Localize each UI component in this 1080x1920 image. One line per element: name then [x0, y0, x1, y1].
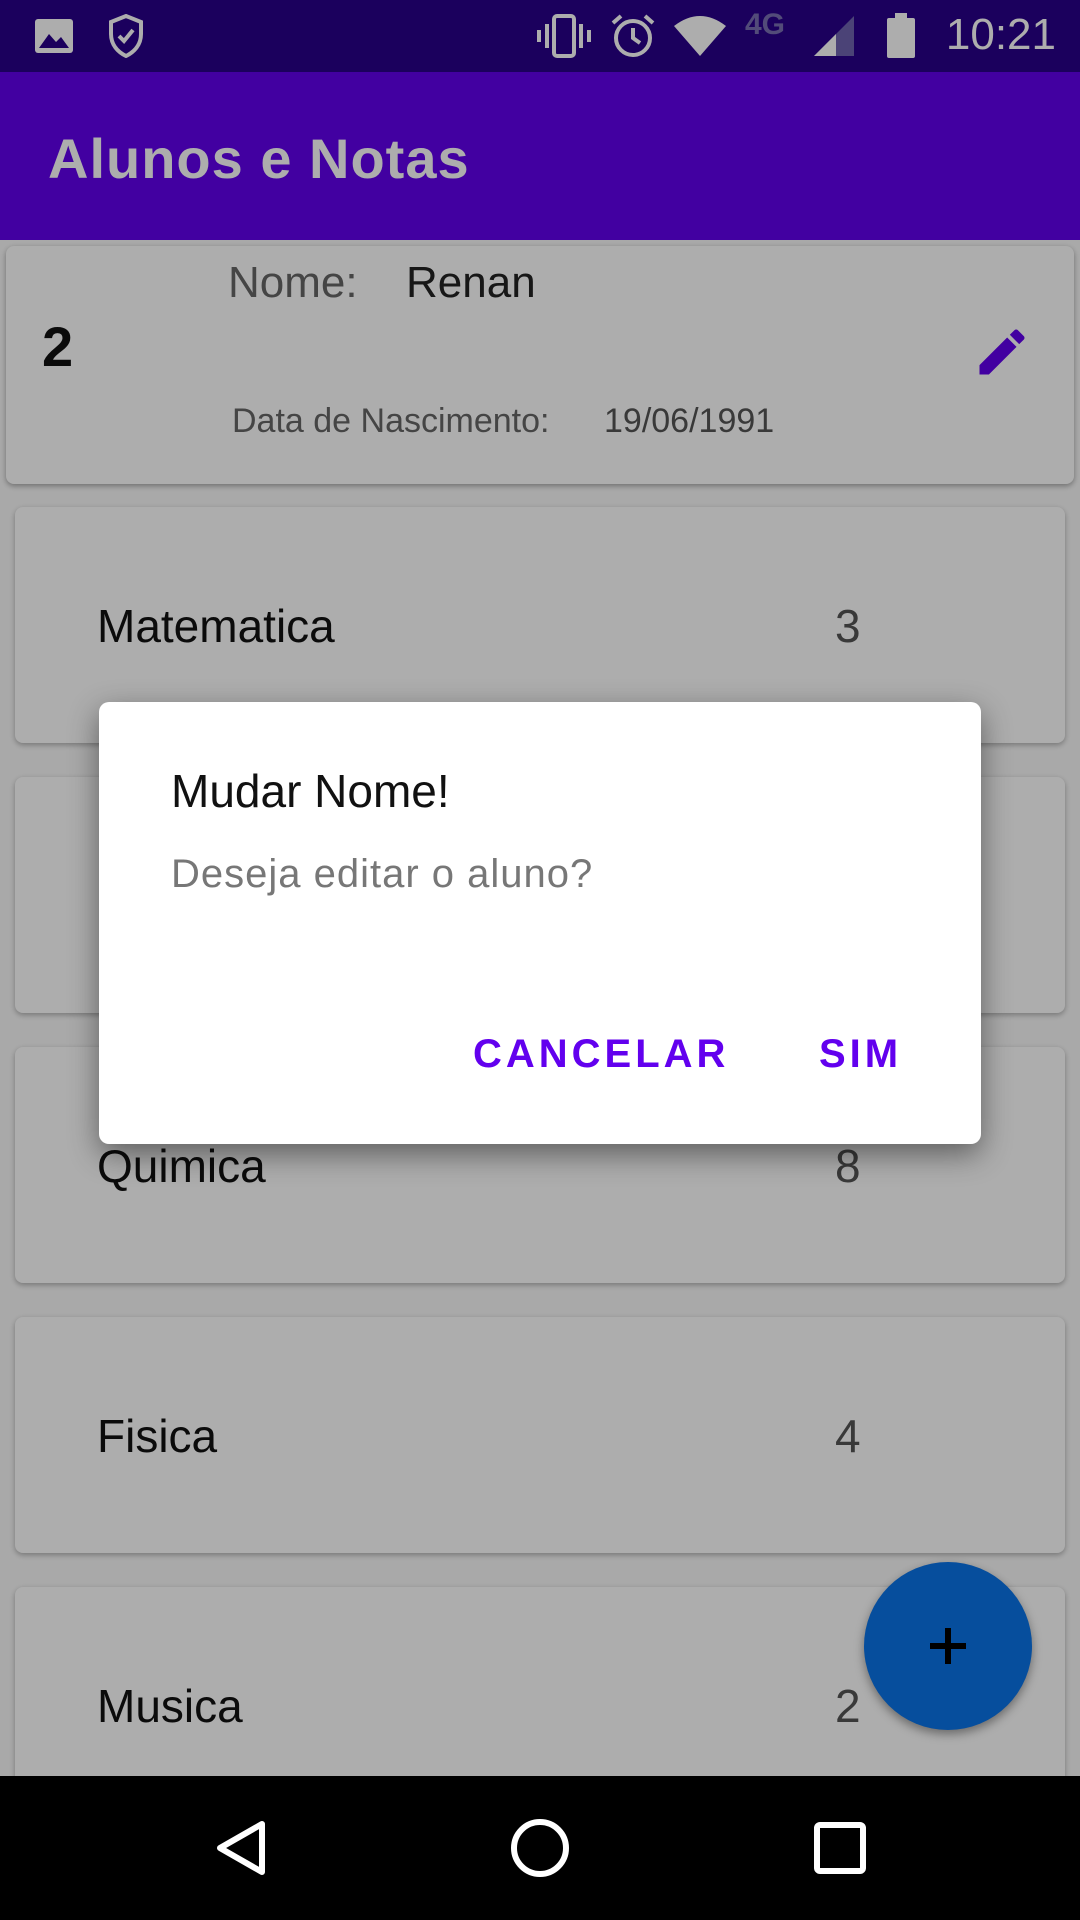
home-circle-icon — [511, 1819, 569, 1877]
home-button[interactable] — [504, 1812, 576, 1884]
navigation-bar — [0, 1776, 1080, 1920]
dialog-message: Deseja editar o aluno? — [171, 852, 594, 896]
recents-button[interactable] — [804, 1812, 876, 1884]
cancel-button[interactable]: CANCELAR — [473, 1032, 729, 1077]
dialog-title: Mudar Nome! — [171, 765, 450, 817]
back-triangle-icon — [217, 1821, 265, 1875]
recents-square-icon — [814, 1822, 866, 1874]
back-button[interactable] — [206, 1812, 278, 1884]
confirm-dialog: Mudar Nome! Deseja editar o aluno? CANCE… — [99, 702, 981, 1144]
confirm-button[interactable]: SIM — [819, 1032, 902, 1077]
